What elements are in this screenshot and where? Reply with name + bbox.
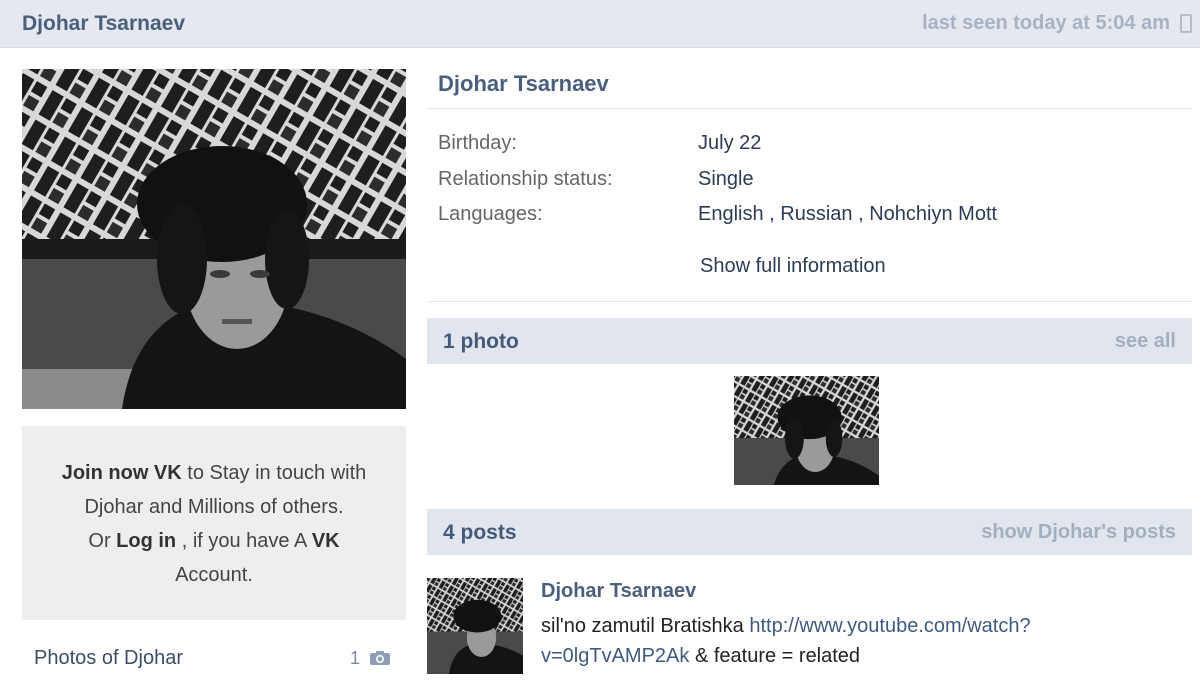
mobile-phone-icon [1180,14,1192,33]
see-all-photos-link[interactable]: see all [1115,330,1176,353]
post-youtube-link[interactable]: http://www.youtube.com/watch? [749,615,1030,637]
join-or-text: Or [88,530,117,552]
show-posts-link[interactable]: show Djohar's posts [981,521,1176,544]
info-value[interactable]: Single [698,168,754,191]
info-row-languages: Languages: English , Russian , Nohchiyn … [438,203,1198,231]
photos-of-count: 1 [350,648,361,668]
posts-section-title[interactable]: 4 posts [443,521,517,545]
post-author-avatar[interactable] [427,578,523,674]
photos-section-title[interactable]: 1 photo [443,330,519,354]
profile-header-bar: Djohar Tsarnaev last seen today at 5:04 … [0,0,1200,48]
last-seen-status: last seen today at 5:04 am [922,12,1170,34]
join-line-4: Account. [175,564,253,586]
info-row-relationship: Relationship status: Single [438,168,1198,196]
profile-name: Djohar Tsarnaev [438,71,609,96]
divider [428,301,1192,302]
language-separator: , [763,203,781,225]
info-value[interactable]: July 22 [698,132,761,155]
language-separator: , [852,203,870,225]
header-user-name[interactable]: Djohar Tsarnaev [22,12,185,36]
info-row-birthday: Birthday: July 22 [438,132,1198,160]
join-line-2: Djohar and Millions of others. [84,496,344,518]
join-line-1: Join now VK to Stay in touch with [22,456,406,490]
post-text: sil'no zamutil Bratishka http://www.yout… [541,611,1141,671]
post-text-before: sil'no zamutil Bratishka [541,615,750,637]
camera-icon [370,651,390,665]
join-line-3-text: , if you have A [176,530,312,552]
photos-of-user-link[interactable]: Photos of Djohar [34,647,183,670]
show-full-information-link[interactable]: Show full information [700,255,886,278]
language-link[interactable]: Nohchiyn Mott [869,203,997,225]
info-label: Birthday: [438,132,517,154]
language-link[interactable]: Russian [780,203,852,225]
join-line-1-text: to Stay in touch with [181,462,367,484]
info-label: Relationship status: [438,168,613,190]
post-youtube-link-cont[interactable]: v=0lgTvAMP2Ak [541,645,689,667]
posts-section-header: 4 posts show Djohar's posts [427,509,1192,555]
info-label: Languages: [438,203,543,225]
language-link[interactable]: English [698,203,764,225]
post-author-name[interactable]: Djohar Tsarnaev [541,580,696,603]
languages-value: English , Russian , Nohchiyn Mott [698,203,997,226]
join-line-3: Or Log in , if you have A VK [22,524,406,558]
photo-thumbnail[interactable] [734,376,879,485]
join-now-link[interactable]: Join now VK [62,462,182,484]
post-text-after: & feature = related [689,645,861,667]
divider [428,108,1192,109]
vk-label: VK [311,530,340,552]
log-in-link[interactable]: Log in [116,530,176,552]
profile-photo[interactable] [22,69,406,409]
join-vk-box: Join now VK to Stay in touch with Djohar… [22,426,406,620]
photos-section-header: 1 photo see all [427,318,1192,364]
